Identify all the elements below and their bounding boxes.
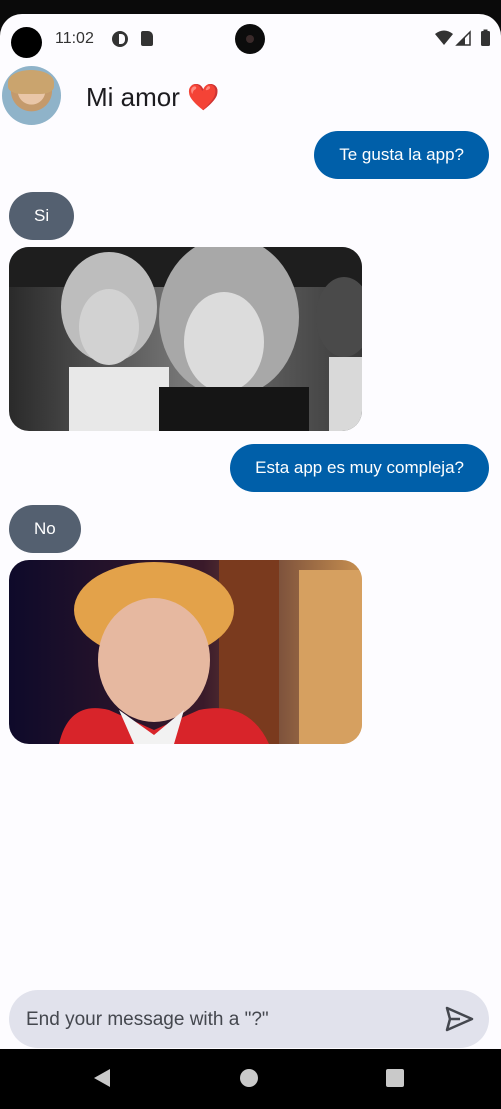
system-nav-bar (0, 1049, 501, 1109)
message-bubble-received[interactable]: No (9, 505, 81, 553)
message-bubble-sent[interactable]: Te gusta la app? (314, 131, 489, 179)
avatar-hair (8, 70, 54, 94)
chat-header: Mi amor ❤️ (0, 58, 501, 134)
send-icon (445, 1006, 474, 1032)
gif-image-grayscale (9, 247, 362, 431)
app-notification-icon (112, 31, 128, 47)
gif-message[interactable] (9, 560, 362, 744)
gif-message[interactable] (9, 247, 362, 431)
wifi-signal-battery-icons (435, 29, 490, 46)
message-bubble-received[interactable]: Si (9, 192, 75, 240)
back-icon[interactable] (92, 1067, 112, 1089)
status-bar: 11:02 (0, 14, 501, 58)
message-composer (9, 990, 489, 1049)
contact-avatar[interactable] (2, 66, 61, 125)
recents-icon[interactable] (386, 1069, 404, 1087)
sd-card-icon (141, 31, 153, 46)
message-input[interactable] (24, 990, 438, 1049)
status-icons (435, 29, 493, 47)
center-camera-icon (235, 24, 265, 54)
contact-name: Mi amor ❤️ (86, 82, 220, 112)
front-camera-hole (11, 27, 42, 58)
gif-image-color (9, 560, 362, 744)
send-button[interactable] (445, 1005, 475, 1033)
status-time: 11:02 (55, 30, 94, 47)
message-bubble-sent[interactable]: Esta app es muy compleja? (230, 444, 489, 492)
home-icon[interactable] (240, 1069, 258, 1087)
chat-screen: 11:02 Mi amor ❤️ Te gusta la app? Si Est… (0, 14, 501, 1049)
